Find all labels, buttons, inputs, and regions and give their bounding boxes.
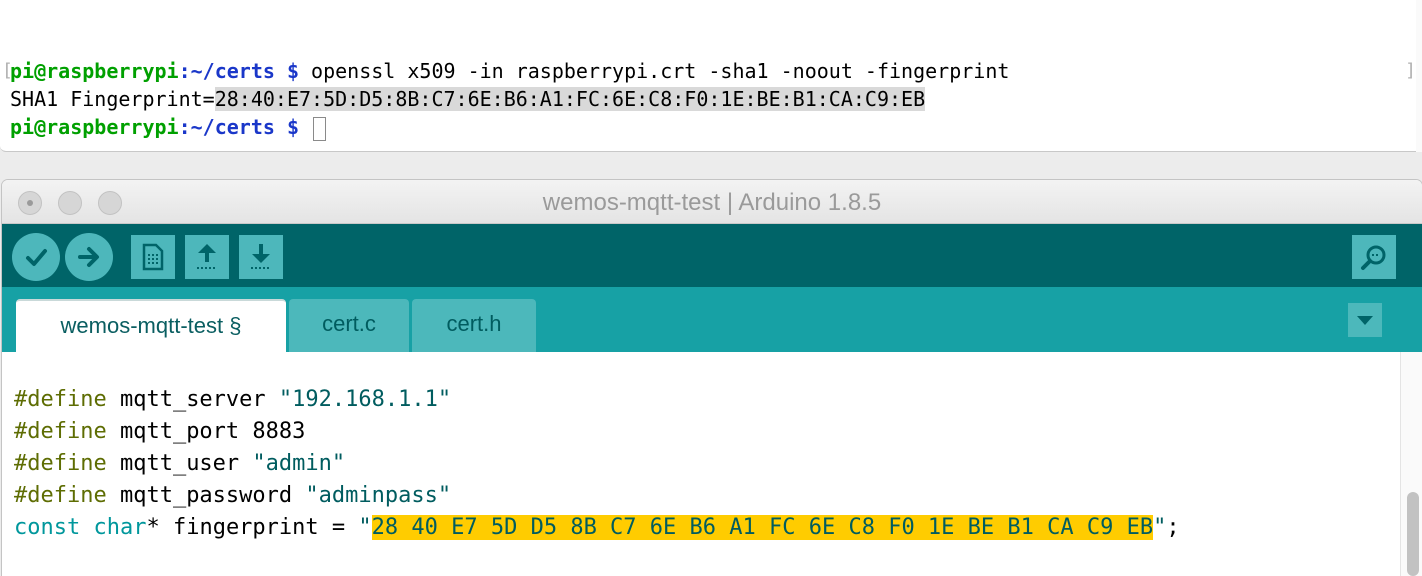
prompt-dollar: $: [274, 115, 312, 139]
editor-scrollbar[interactable]: [1400, 352, 1422, 576]
code-text: mqtt_password: [106, 483, 306, 508]
terminal-window[interactable]: [ ] pi@raspberrypi:~/certs $ openssl x50…: [0, 0, 1422, 152]
editor-scroll-thumb[interactable]: [1407, 492, 1419, 576]
string-literal: "adminpass": [305, 483, 452, 508]
prompt-user: pi@raspberrypi: [10, 115, 179, 139]
arrow-down-icon: [251, 244, 271, 269]
terminal-command-line: pi@raspberrypi:~/certs $ openssl x509 -i…: [10, 58, 1009, 84]
prompt-dollar: $: [274, 59, 312, 83]
arrow-up-icon: [197, 244, 217, 269]
code-line: #define mqtt_password "adminpass": [14, 480, 451, 512]
check-icon: [26, 249, 47, 266]
tab-menu-button[interactable]: [1348, 303, 1382, 337]
code-line: #define mqtt_port 8883: [14, 416, 305, 448]
upload-button[interactable]: [65, 233, 113, 281]
code-text: mqtt_server: [106, 387, 279, 412]
code-line: #define mqtt_server "192.168.1.1": [14, 384, 451, 416]
keyword-char: char: [93, 515, 147, 540]
keyword-define: #define: [14, 387, 107, 412]
code-line: const char* fingerprint = "28 40 E7 5D D…: [14, 512, 1180, 544]
highlighted-fingerprint[interactable]: 28 40 E7 5D D5 8B C7 6E B6 A1 FC 6E C8 F…: [371, 515, 1154, 540]
window-titlebar[interactable]: wemos-mqtt-test | Arduino 1.8.5: [2, 180, 1422, 224]
terminal-scrollbar[interactable]: [1416, 0, 1422, 152]
toolbar: [2, 224, 1422, 287]
save-sketch-button[interactable]: [239, 235, 283, 279]
prompt-path: :~/certs: [178, 115, 275, 139]
keyword-define: #define: [14, 451, 107, 476]
serial-monitor-icon: [1361, 245, 1386, 270]
terminal-bracket-right: ]: [1405, 60, 1416, 81]
code-text: * fingerprint =: [146, 515, 359, 540]
keyword-const: const: [14, 515, 81, 540]
tab-cert-c[interactable]: cert.c: [289, 299, 409, 352]
semicolon: ;: [1166, 515, 1180, 540]
string-quote: ": [1153, 515, 1167, 540]
tab-cert-h[interactable]: cert.h: [412, 299, 536, 352]
prompt-user: pi@raspberrypi: [10, 59, 179, 83]
arrow-right-icon: [78, 247, 99, 267]
fingerprint-value-selected[interactable]: 28:40:E7:5D:D5:8B:C7:6E:B6:A1:FC:6E:C8:F…: [214, 87, 926, 111]
keyword-define: #define: [14, 483, 107, 508]
serial-monitor-button[interactable]: [1352, 235, 1396, 279]
open-sketch-button[interactable]: [185, 235, 229, 279]
string-literal: "admin": [252, 451, 346, 476]
terminal-prompt-line[interactable]: pi@raspberrypi:~/certs $: [10, 114, 327, 141]
window-title: wemos-mqtt-test | Arduino 1.8.5: [542, 189, 882, 216]
terminal-command: openssl x509 -in raspberrypi.crt -sha1 -…: [311, 59, 1010, 83]
arduino-window: wemos-mqtt-test | Arduino 1.8.5 wemos-mq…: [2, 180, 1422, 576]
string-quote: ": [358, 515, 372, 540]
keyword-define: #define: [14, 419, 107, 444]
tab-bar: wemos-mqtt-test § cert.c cert.h: [2, 287, 1422, 352]
code-line: #define mqtt_user "admin": [14, 448, 345, 480]
code-editor[interactable]: #define mqtt_server "192.168.1.1" #defin…: [2, 352, 1422, 576]
code-text: mqtt_user: [106, 451, 253, 476]
new-sketch-button[interactable]: [131, 235, 175, 279]
new-file-icon: [142, 243, 164, 271]
prompt-path: :~/certs: [178, 59, 275, 83]
terminal-output-line: SHA1 Fingerprint=28:40:E7:5D:D5:8B:C7:6E…: [10, 86, 926, 112]
string-literal: "192.168.1.1": [278, 387, 452, 412]
chevron-down-icon: [1357, 316, 1373, 325]
tab-wemos-mqtt-test[interactable]: wemos-mqtt-test §: [16, 299, 286, 352]
terminal-cursor: [313, 116, 327, 141]
verify-button[interactable]: [12, 233, 60, 281]
fingerprint-label: SHA1 Fingerprint=: [10, 87, 215, 111]
code-text: mqtt_port 8883: [106, 419, 306, 444]
